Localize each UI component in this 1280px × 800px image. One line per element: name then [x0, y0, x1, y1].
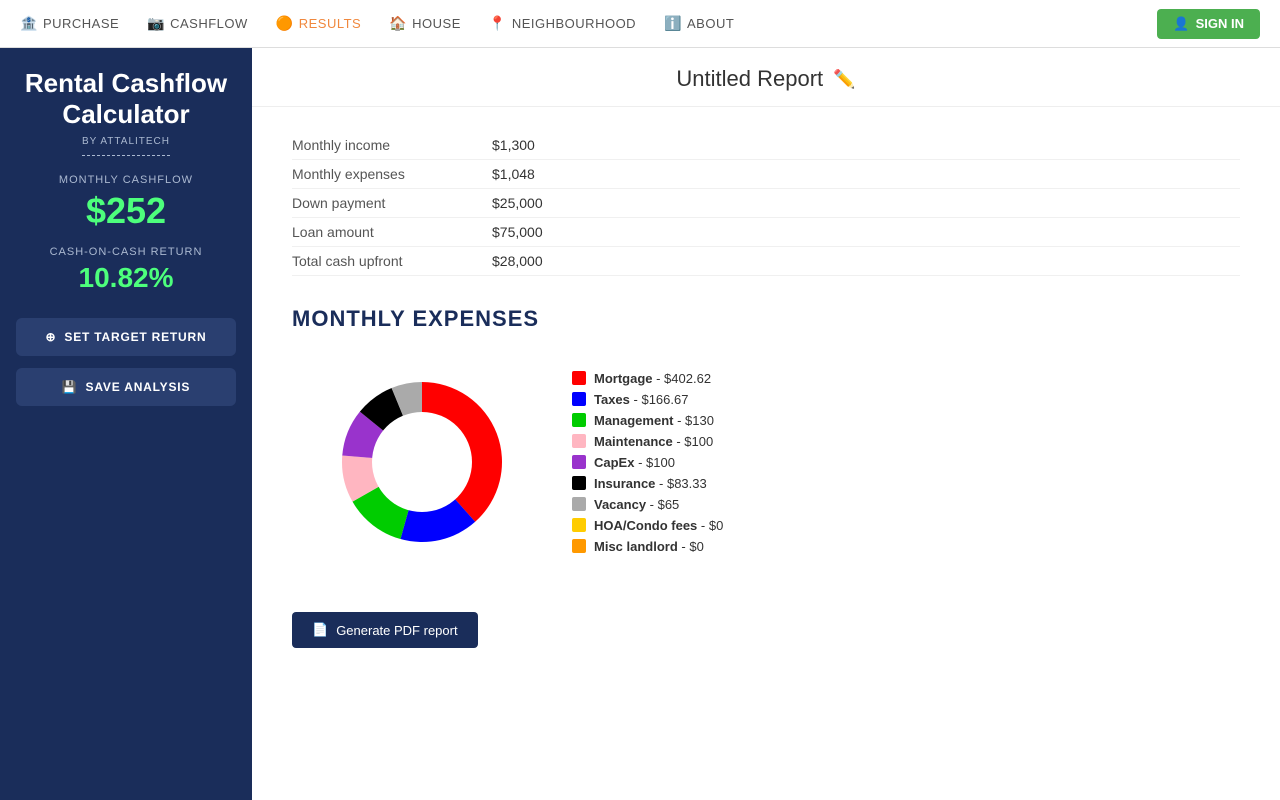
user-icon: 👤: [1173, 16, 1189, 32]
taxes-legend-label: Taxes - $166.67: [594, 392, 688, 407]
save-analysis-button[interactable]: 💾 SAVE ANALYSIS: [16, 368, 236, 406]
total-value: $28,000: [492, 253, 543, 269]
legend-capex: CapEx - $100: [572, 455, 723, 470]
capex-legend-label: CapEx - $100: [594, 455, 675, 470]
cash-on-cash-value: 10.82%: [79, 262, 174, 294]
down-value: $25,000: [492, 195, 543, 211]
maintenance-color-swatch: [572, 434, 586, 448]
nav-items: 🏦 PURCHASE 📷 CASHFLOW 🟠 RESULTS 🏠 HOUSE …: [20, 15, 1157, 32]
expenses-value: $1,048: [492, 166, 535, 182]
vacancy-legend-label: Vacancy - $65: [594, 497, 679, 512]
maintenance-legend-label: Maintenance - $100: [594, 434, 713, 449]
taxes-color-swatch: [572, 392, 586, 406]
nav-about[interactable]: ℹ️ ABOUT: [664, 15, 734, 32]
content-inner: Untitled Report ✏️ Monthly income $1,300…: [252, 48, 1280, 668]
summary-row-loan: Loan amount $75,000: [292, 218, 1240, 247]
pdf-section: 📄 Generate PDF report: [252, 592, 1280, 668]
main-layout: Rental Cashflow Calculator BY ATTALITECH…: [0, 48, 1280, 800]
management-color-swatch: [572, 413, 586, 427]
nav-purchase-label: PURCHASE: [43, 16, 119, 31]
monthly-cashflow-label: MONTHLY CASHFLOW: [59, 174, 193, 186]
set-target-return-button[interactable]: ⊕ SET TARGET RETURN: [16, 318, 236, 356]
expenses-title: MONTHLY EXPENSES: [292, 306, 1240, 332]
nav-cashflow-label: CASHFLOW: [170, 16, 248, 31]
nav-results[interactable]: 🟠 RESULTS: [276, 15, 361, 32]
summary-row-expenses: Monthly expenses $1,048: [292, 160, 1240, 189]
legend: Mortgage - $402.62 Taxes - $166.67 Manag…: [572, 371, 723, 554]
neighbourhood-icon: 📍: [489, 15, 507, 32]
legend-insurance: Insurance - $83.33: [572, 476, 723, 491]
nav-neighbourhood-label: NEIGHBOURHOOD: [512, 16, 636, 31]
total-label: Total cash upfront: [292, 253, 492, 269]
chart-container: Mortgage - $402.62 Taxes - $166.67 Manag…: [292, 352, 1240, 572]
income-label: Monthly income: [292, 137, 492, 153]
edit-icon[interactable]: ✏️: [833, 69, 855, 90]
donut-svg: [312, 352, 532, 572]
legend-management: Management - $130: [572, 413, 723, 428]
sign-in-button[interactable]: 👤 SIGN IN: [1157, 9, 1260, 39]
legend-maintenance: Maintenance - $100: [572, 434, 723, 449]
nav-cashflow[interactable]: 📷 CASHFLOW: [147, 15, 248, 32]
content-area: Untitled Report ✏️ Monthly income $1,300…: [252, 48, 1280, 800]
nav-results-label: RESULTS: [299, 16, 362, 31]
sidebar: Rental Cashflow Calculator BY ATTALITECH…: [0, 48, 252, 800]
expenses-section: MONTHLY EXPENSES: [252, 286, 1280, 592]
loan-label: Loan amount: [292, 224, 492, 240]
nav-purchase[interactable]: 🏦 PURCHASE: [20, 15, 119, 32]
nav-house[interactable]: 🏠 HOUSE: [389, 15, 461, 32]
legend-hoa: HOA/Condo fees - $0: [572, 518, 723, 533]
page-title: Untitled Report: [676, 66, 823, 92]
loan-value: $75,000: [492, 224, 543, 240]
sidebar-title: Rental Cashflow Calculator: [16, 68, 236, 130]
target-icon: ⊕: [46, 330, 57, 344]
legend-vacancy: Vacancy - $65: [572, 497, 723, 512]
page-header: Untitled Report ✏️: [252, 48, 1280, 107]
top-nav: 🏦 PURCHASE 📷 CASHFLOW 🟠 RESULTS 🏠 HOUSE …: [0, 0, 1280, 48]
legend-misc: Misc landlord - $0: [572, 539, 723, 554]
save-icon: 💾: [62, 380, 78, 394]
sidebar-by: BY ATTALITECH: [82, 136, 170, 156]
about-icon: ℹ️: [664, 15, 682, 32]
summary-section: Monthly income $1,300 Monthly expenses $…: [252, 107, 1280, 286]
mortgage-legend-label: Mortgage - $402.62: [594, 371, 711, 386]
purchase-icon: 🏦: [20, 15, 38, 32]
monthly-cashflow-value: $252: [86, 190, 166, 232]
summary-row-down: Down payment $25,000: [292, 189, 1240, 218]
sign-in-label: SIGN IN: [1196, 16, 1244, 31]
save-analysis-label: SAVE ANALYSIS: [86, 380, 191, 394]
pdf-icon: 📄: [312, 622, 328, 638]
vacancy-color-swatch: [572, 497, 586, 511]
legend-taxes: Taxes - $166.67: [572, 392, 723, 407]
misc-color-swatch: [572, 539, 586, 553]
set-target-label: SET TARGET RETURN: [64, 330, 206, 344]
cashflow-icon: 📷: [147, 15, 165, 32]
generate-pdf-button[interactable]: 📄 Generate PDF report: [292, 612, 478, 648]
hoa-color-swatch: [572, 518, 586, 532]
nav-neighbourhood[interactable]: 📍 NEIGHBOURHOOD: [489, 15, 636, 32]
donut-hole: [372, 412, 472, 512]
results-icon: 🟠: [276, 15, 294, 32]
hoa-legend-label: HOA/Condo fees - $0: [594, 518, 723, 533]
cash-on-cash-label: CASH-ON-CASH RETURN: [50, 246, 203, 258]
insurance-color-swatch: [572, 476, 586, 490]
capex-color-swatch: [572, 455, 586, 469]
misc-legend-label: Misc landlord - $0: [594, 539, 704, 554]
mortgage-color-swatch: [572, 371, 586, 385]
nav-house-label: HOUSE: [412, 16, 461, 31]
expenses-label: Monthly expenses: [292, 166, 492, 182]
legend-mortgage: Mortgage - $402.62: [572, 371, 723, 386]
management-legend-label: Management - $130: [594, 413, 714, 428]
down-label: Down payment: [292, 195, 492, 211]
nav-about-label: ABOUT: [687, 16, 734, 31]
summary-row-income: Monthly income $1,300: [292, 131, 1240, 160]
pdf-label: Generate PDF report: [336, 623, 457, 638]
insurance-legend-label: Insurance - $83.33: [594, 476, 707, 491]
summary-row-total: Total cash upfront $28,000: [292, 247, 1240, 276]
house-icon: 🏠: [389, 15, 407, 32]
donut-chart: [312, 352, 532, 572]
income-value: $1,300: [492, 137, 535, 153]
